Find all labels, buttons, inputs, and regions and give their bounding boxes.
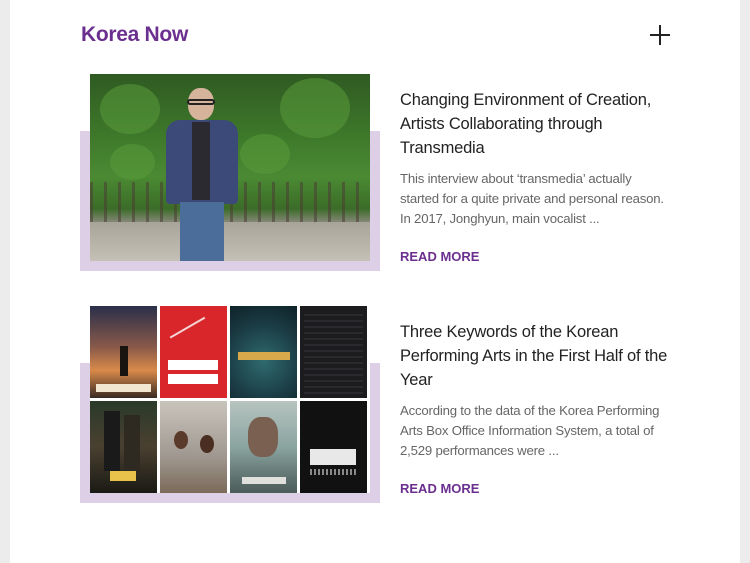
poster-title-bar bbox=[242, 477, 286, 484]
poster-title-bar bbox=[168, 374, 218, 384]
poster-image bbox=[160, 401, 227, 493]
article-title[interactable]: Three Keywords of the Korean Performing … bbox=[400, 320, 670, 392]
poster-title-bar bbox=[310, 449, 356, 465]
silhouette bbox=[120, 346, 128, 376]
figure bbox=[104, 411, 120, 471]
section-title: Korea Now bbox=[81, 23, 188, 46]
foliage bbox=[240, 134, 290, 174]
poster-title-bar bbox=[168, 360, 218, 370]
barcode-lines bbox=[310, 469, 356, 475]
poster-image bbox=[160, 306, 227, 398]
article-text: Changing Environment of Creation, Artist… bbox=[400, 88, 670, 266]
article-text: Three Keywords of the Korean Performing … bbox=[400, 320, 670, 498]
poster-image bbox=[300, 401, 367, 493]
shirt bbox=[192, 122, 210, 200]
foliage bbox=[280, 78, 350, 138]
article-thumbnail[interactable] bbox=[90, 74, 370, 261]
foliage bbox=[100, 84, 160, 134]
plus-icon[interactable] bbox=[650, 25, 670, 45]
glasses bbox=[187, 99, 215, 105]
face bbox=[200, 435, 214, 453]
poster-image bbox=[300, 306, 367, 398]
face bbox=[248, 417, 278, 457]
pants bbox=[180, 202, 224, 261]
poster-pattern bbox=[304, 310, 363, 394]
article-title[interactable]: Changing Environment of Creation, Artist… bbox=[400, 88, 670, 160]
read-more-link[interactable]: READ MORE bbox=[400, 249, 479, 264]
face bbox=[174, 431, 188, 449]
foliage bbox=[110, 144, 155, 180]
korea-now-panel: Korea Now Changing Environment of Creati… bbox=[10, 0, 740, 563]
person-figure bbox=[162, 88, 242, 261]
figure bbox=[124, 415, 140, 473]
read-more-link[interactable]: READ MORE bbox=[400, 481, 479, 496]
article-excerpt: According to the data of the Korea Perfo… bbox=[400, 403, 660, 458]
article-excerpt: This interview about ‘transmedia’ actual… bbox=[400, 171, 664, 226]
article-thumbnail[interactable] bbox=[90, 306, 370, 493]
poster-image bbox=[230, 401, 297, 493]
poster-image bbox=[230, 306, 297, 398]
poster-title-bar bbox=[110, 471, 136, 481]
poster-image bbox=[90, 306, 157, 398]
poster-title-bar bbox=[96, 384, 151, 392]
poster-title-bar bbox=[238, 352, 290, 360]
poster-image bbox=[90, 401, 157, 493]
plane-shape bbox=[169, 316, 211, 348]
